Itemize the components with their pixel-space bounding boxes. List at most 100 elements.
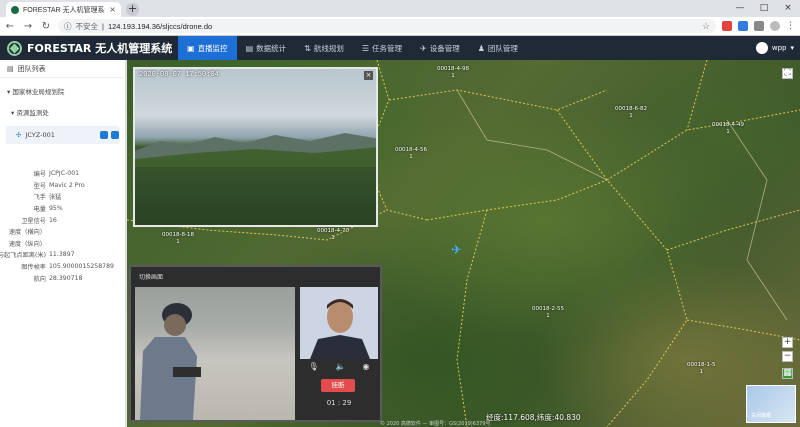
extension-icon[interactable] (722, 21, 732, 31)
tree-node-drone[interactable]: ✣ JCYZ-001 (6, 126, 119, 144)
call-controls: 🎙 🔈 ◉ (300, 362, 378, 371)
browser-tab-bar: FORESTAR 无人机管理系统 × + — □ × (0, 0, 800, 17)
list-icon: ▤ (7, 64, 14, 73)
nav-live-monitor[interactable]: ▣ 直播监控 (178, 36, 237, 60)
tree-node-org[interactable]: ▾ 国家林业局规划院 (0, 83, 125, 99)
route-icon: ⇅ (304, 43, 311, 53)
video-call-panel: 切换画面 🎙 🔈 ◉ 挂断 01 : 29 (129, 265, 382, 422)
extensions: ⋮ (722, 21, 796, 31)
info-row: 航向 28.390718 (33, 274, 83, 283)
forward-icon[interactable]: → (22, 21, 34, 32)
parcel-label[interactable]: 00018-1-5 1 (687, 362, 715, 376)
team-icon: ♟ (477, 43, 485, 53)
drone-marker-icon[interactable]: ✈ (451, 243, 462, 258)
favicon-icon (11, 5, 19, 14)
video-icon[interactable] (111, 131, 119, 139)
new-tab-button[interactable]: + (126, 3, 139, 16)
fullscreen-icon[interactable]: ⛶ (782, 68, 793, 79)
nav-route-planning[interactable]: ⇅ 航线规划 (295, 36, 353, 60)
call-timer: 01 : 29 (326, 399, 352, 407)
monitor-icon: ▣ (187, 43, 195, 53)
info-icon[interactable]: ⓘ (64, 21, 72, 32)
parcel-label[interactable]: 00018-6-82 1 (615, 106, 647, 120)
chevron-down-icon: ▾ (790, 44, 794, 52)
nav-task-management[interactable]: ☰ 任务管理 (353, 36, 411, 60)
nav-team-management[interactable]: ♟ 团队管理 (469, 36, 527, 60)
address-bar-row: ← → ↻ ⓘ 不安全 | 124.193.194.36/sljccs/dron… (0, 17, 800, 36)
layer-icon[interactable]: ▦ (782, 368, 793, 379)
extension-icon[interactable] (754, 21, 764, 31)
info-row: 图传帧率 105.9000015258789 (21, 263, 114, 272)
app-logo: FORESTAR 无人机管理系统 (0, 40, 178, 56)
hangup-button[interactable]: 挂断 (321, 379, 355, 392)
parcel-label[interactable]: 00018-2-55 1 (532, 306, 564, 320)
locate-icon[interactable] (100, 131, 108, 139)
overview-minimap[interactable]: 关闭鹰眼 (746, 385, 796, 423)
cursor-coordinates: 经度:117.608,纬度:40.830 (486, 413, 581, 422)
minimize-button[interactable]: — (728, 0, 752, 17)
browser-tab[interactable]: FORESTAR 无人机管理系统 × (6, 2, 121, 17)
device-icon: ✈ (420, 43, 427, 53)
parcel-label[interactable]: 00018-4-49 1 (712, 122, 744, 136)
left-panel: ▤ 团队列表 ▾ 国家林业局规划院 ▾ 资源监测处 ✣ JCYZ-001 编号 J… (0, 60, 126, 427)
local-video (300, 287, 378, 359)
bookmark-star-icon[interactable]: ☆ (702, 21, 710, 32)
info-row: 编号 JCPJC-001 (33, 170, 80, 179)
window-controls: — □ × (728, 0, 800, 17)
url-bar[interactable]: ⓘ 不安全 | 124.193.194.36/sljccs/drone.do ☆ (58, 19, 716, 33)
info-row: 飞手 张猛 (33, 194, 62, 202)
camera-switch-icon[interactable]: ◉ (363, 362, 370, 371)
username: wpp (771, 44, 787, 52)
menu-icon[interactable]: ⋮ (786, 21, 796, 31)
info-row: 速度（横向） (8, 229, 46, 237)
security-label: 不安全 (75, 21, 99, 31)
info-row: 卫星信号 16 (21, 216, 57, 225)
maximize-button[interactable]: □ (752, 0, 776, 17)
remote-video (135, 287, 295, 420)
url-text: 124.193.194.36/sljccs/drone.do (107, 21, 213, 31)
logo-icon (7, 40, 22, 56)
avatar (755, 42, 768, 54)
info-row: 速度（纵向） (8, 240, 46, 248)
drone-icon: ✣ (16, 131, 22, 139)
info-row: 与起飞点距离(米) 11.3897 (0, 251, 75, 260)
info-row: 电量 95% (33, 205, 63, 214)
profile-icon[interactable] (770, 21, 780, 31)
mountain-ridge (135, 133, 376, 167)
map-copyright: © 2020 高德软件 — 审图号：GS(2019)6379号 (380, 421, 491, 427)
tab-title: FORESTAR 无人机管理系统 (23, 6, 106, 14)
close-window-button[interactable]: × (776, 0, 800, 17)
parcel-label[interactable]: 00018-4-98 1 (437, 66, 469, 80)
extension-icon[interactable] (738, 21, 748, 31)
main-nav: ▣ 直播监控 ▤ 数据统计 ⇅ 航线规划 ☰ 任务管理 ✈ 设备管理 ♟ 团队管理 (178, 36, 527, 60)
microphone-icon[interactable]: 🎙 (308, 362, 318, 371)
speaker-icon[interactable]: 🔈 (336, 362, 346, 371)
switch-view-button[interactable]: 切换画面 (139, 272, 163, 281)
close-icon[interactable]: × (364, 71, 373, 80)
app-header: FORESTAR 无人机管理系统 ▣ 直播监控 ▤ 数据统计 ⇅ 航线规划 ☰ 任务管理… (0, 36, 800, 60)
parcel-label[interactable]: 00018-4-56 1 (395, 147, 427, 161)
team-list-header: ▤ 团队列表 (0, 60, 125, 78)
tab-close-icon[interactable]: × (109, 5, 116, 14)
zoom-in-button[interactable]: + (782, 337, 793, 348)
nav-device-management[interactable]: ✈ 设备管理 (411, 36, 469, 60)
minimap-toggle-label[interactable]: 关闭鹰眼 (751, 412, 771, 419)
nav-statistics[interactable]: ▤ 数据统计 (237, 36, 296, 60)
tree-node-dept[interactable]: ▾ 资源监测处 (0, 99, 125, 120)
info-row: 型号 Mavic 2 Pro (33, 181, 85, 190)
drone-camera-view: 2020-08-07 17:50:04 × (133, 67, 378, 227)
remote-person (140, 303, 201, 420)
reload-icon[interactable]: ↻ (40, 21, 52, 32)
task-icon: ☰ (361, 43, 369, 53)
local-person (310, 299, 370, 359)
parcel-label[interactable]: 00018-4-70 1 (317, 228, 349, 242)
team-tree: ▾ 国家林业局规划院 ▾ 资源监测处 ✣ JCYZ-001 (0, 78, 125, 144)
app-title: FORESTAR 无人机管理系统 (27, 42, 173, 55)
chart-icon: ▤ (245, 43, 254, 53)
parcel-label[interactable]: 00018-8-18 1 (162, 232, 194, 246)
back-icon[interactable]: ← (4, 21, 16, 32)
drone-info: 编号 JCPJC-001 型号 Mavic 2 Pro 飞手 张猛 电量 95% 卫星信… (0, 168, 126, 284)
zoom-out-button[interactable]: − (782, 351, 793, 362)
camera-timestamp: 2020-08-07 17:50:04 (139, 71, 219, 79)
user-menu[interactable]: wpp ▾ (755, 42, 800, 54)
